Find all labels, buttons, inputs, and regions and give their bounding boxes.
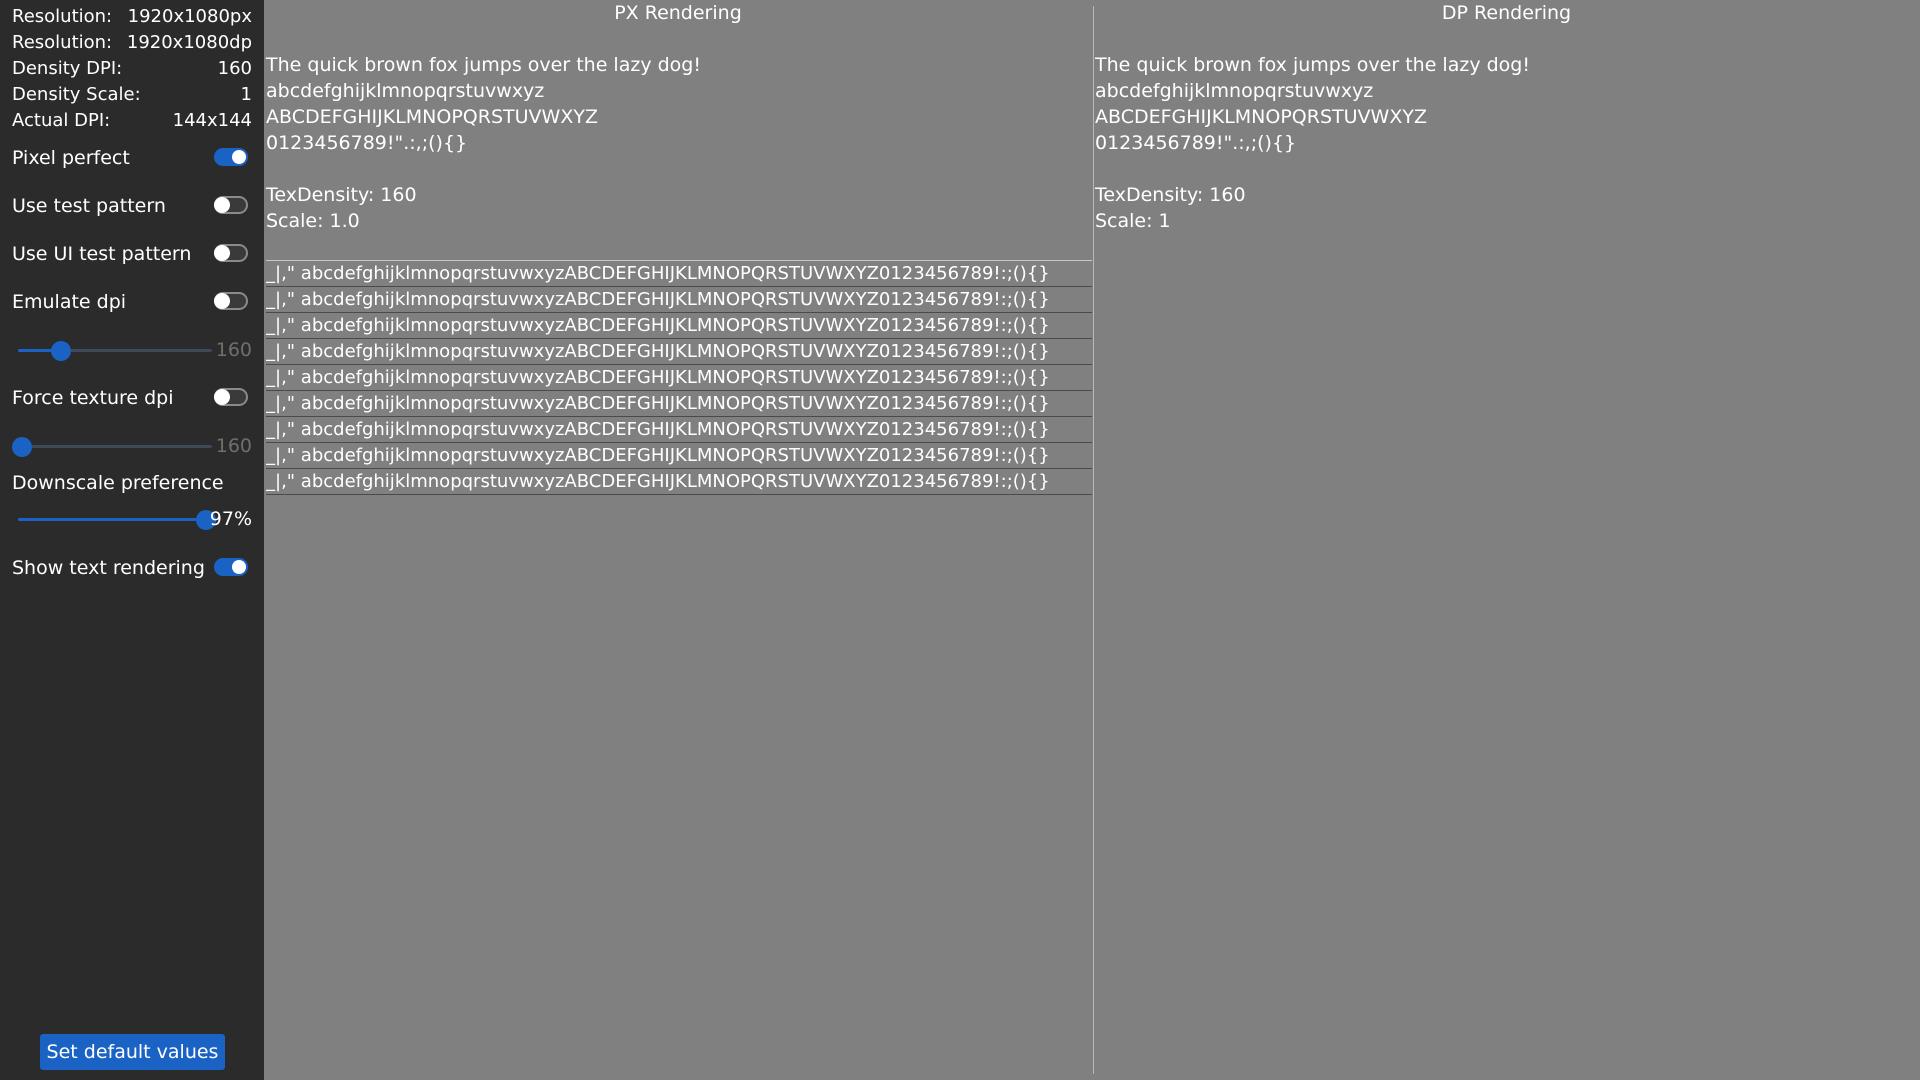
force-texture-dpi-slider-row: 160	[11, 430, 252, 462]
sample-row: _|," abcdefghijklmnopqrstuvwxyzABCDEFGHI…	[266, 339, 1092, 365]
emulate-dpi-slider-thumb[interactable]	[50, 341, 71, 361]
emulate-dpi-slider-row: 160	[12, 334, 252, 366]
pixel-perfect-toggle[interactable]	[214, 148, 248, 166]
emulate-dpi-toggle[interactable]	[214, 292, 248, 310]
sample-row: _|," abcdefghijklmnopqrstuvwxyzABCDEFGHI…	[266, 469, 1092, 495]
emulate-dpi-slider-value: 160	[215, 339, 252, 361]
show-text-rendering-toggle[interactable]	[214, 558, 248, 576]
emulate-dpi-label: Emulate dpi	[12, 291, 127, 313]
force-texture-dpi-label: Force texture dpi	[12, 387, 174, 409]
density-dpi-value: 160	[217, 58, 252, 79]
downscale-preference-slider-row: 97%	[12, 503, 252, 535]
sample-row: _|," abcdefghijklmnopqrstuvwxyzABCDEFGHI…	[266, 391, 1092, 417]
force-texture-dpi-slider-value: 160	[215, 435, 252, 457]
dp-pangram-text: The quick brown fox jumps over the lazy …	[1095, 54, 1530, 76]
sample-row: _|," abcdefghijklmnopqrstuvwxyzABCDEFGHI…	[266, 313, 1092, 339]
toggle-knob	[214, 197, 230, 213]
use-test-pattern-label: Use test pattern	[12, 195, 166, 217]
density-dpi-row: Density DPI: 160	[12, 56, 252, 82]
resolution-px-label: Resolution:	[12, 6, 113, 27]
sample-row: _|," abcdefghijklmnopqrstuvwxyzABCDEFGHI…	[266, 365, 1092, 391]
force-texture-dpi-row: Force texture dpi	[12, 382, 252, 414]
dp-uppercase-text: ABCDEFGHIJKLMNOPQRSTUVWXYZ	[1095, 106, 1427, 128]
show-text-rendering-label: Show text rendering	[12, 557, 205, 579]
use-ui-test-pattern-label: Use UI test pattern	[12, 243, 192, 265]
emulate-dpi-slider-track[interactable]	[18, 341, 212, 361]
px-rendering-panel: PX Rendering The quick brown fox jumps o…	[264, 0, 1092, 1080]
use-test-pattern-toggle[interactable]	[214, 196, 248, 214]
dp-scale-text: Scale: 1	[1095, 210, 1171, 232]
force-texture-dpi-toggle[interactable]	[214, 388, 248, 406]
sample-row: _|," abcdefghijklmnopqrstuvwxyzABCDEFGHI…	[266, 261, 1092, 287]
sample-row: _|," abcdefghijklmnopqrstuvwxyzABCDEFGHI…	[266, 417, 1092, 443]
pixel-perfect-label: Pixel perfect	[12, 147, 130, 169]
density-scale-value: 1	[240, 84, 252, 105]
force-texture-dpi-slider-track[interactable]	[11, 437, 212, 457]
sample-row: _|," abcdefghijklmnopqrstuvwxyzABCDEFGHI…	[266, 287, 1092, 313]
px-lowercase-text: abcdefghijklmnopqrstuvwxyz	[266, 80, 545, 102]
pixel-perfect-row: Pixel perfect	[12, 142, 252, 174]
downscale-preference-slider-track[interactable]	[18, 510, 217, 530]
downscale-preference-slider-fill	[18, 518, 207, 521]
sample-row: _|," abcdefghijklmnopqrstuvwxyzABCDEFGHI…	[266, 443, 1092, 469]
density-dpi-label: Density DPI:	[12, 58, 123, 79]
resolution-dp-label: Resolution:	[12, 32, 113, 53]
force-texture-dpi-slider-thumb[interactable]	[11, 437, 32, 457]
px-uppercase-text: ABCDEFGHIJKLMNOPQRSTUVWXYZ	[266, 106, 598, 128]
dp-digits-text: 0123456789!".:,;(){}	[1095, 132, 1297, 154]
dp-tex-density-text: TexDensity: 160	[1095, 184, 1246, 206]
actual-dpi-value: 144x144	[172, 110, 252, 131]
use-ui-test-pattern-toggle[interactable]	[214, 244, 248, 262]
actual-dpi-row: Actual DPI: 144x144	[12, 108, 252, 134]
px-digits-text: 0123456789!".:,;(){}	[266, 132, 468, 154]
density-scale-label: Density Scale:	[12, 84, 141, 105]
set-default-values-button[interactable]: Set default values	[40, 1034, 225, 1070]
resolution-px-value: 1920x1080px	[127, 6, 252, 27]
toggle-knob	[232, 150, 246, 164]
px-pangram-text: The quick brown fox jumps over the lazy …	[266, 54, 701, 76]
use-test-pattern-row: Use test pattern	[12, 190, 252, 222]
resolution-dp-row: Resolution: 1920x1080dp	[12, 30, 252, 56]
toggle-knob	[214, 245, 230, 261]
show-text-rendering-row: Show text rendering	[12, 552, 252, 584]
dp-lowercase-text: abcdefghijklmnopqrstuvwxyz	[1095, 80, 1374, 102]
dp-panel-title: DP Rendering	[1441, 2, 1572, 24]
toggle-knob	[214, 389, 230, 405]
emulate-dpi-row: Emulate dpi	[12, 286, 252, 318]
resolution-px-row: Resolution: 1920x1080px	[12, 4, 252, 30]
downscale-preference-slider-value: 97%	[209, 508, 252, 530]
settings-sidebar: Resolution: 1920x1080px Resolution: 1920…	[0, 0, 264, 1080]
px-panel-title: PX Rendering	[614, 2, 742, 24]
dp-rendering-panel: DP Rendering The quick brown fox jumps o…	[1093, 0, 1920, 1080]
downscale-preference-label: Downscale preference	[12, 472, 224, 494]
px-scale-text: Scale: 1.0	[266, 210, 360, 232]
toggle-knob	[214, 293, 230, 309]
actual-dpi-label: Actual DPI:	[12, 110, 111, 131]
toggle-knob	[232, 560, 246, 574]
px-tex-density-text: TexDensity: 160	[266, 184, 417, 206]
resolution-dp-value: 1920x1080dp	[126, 32, 252, 53]
use-ui-test-pattern-row: Use UI test pattern	[12, 238, 252, 270]
density-scale-row: Density Scale: 1	[12, 82, 252, 108]
